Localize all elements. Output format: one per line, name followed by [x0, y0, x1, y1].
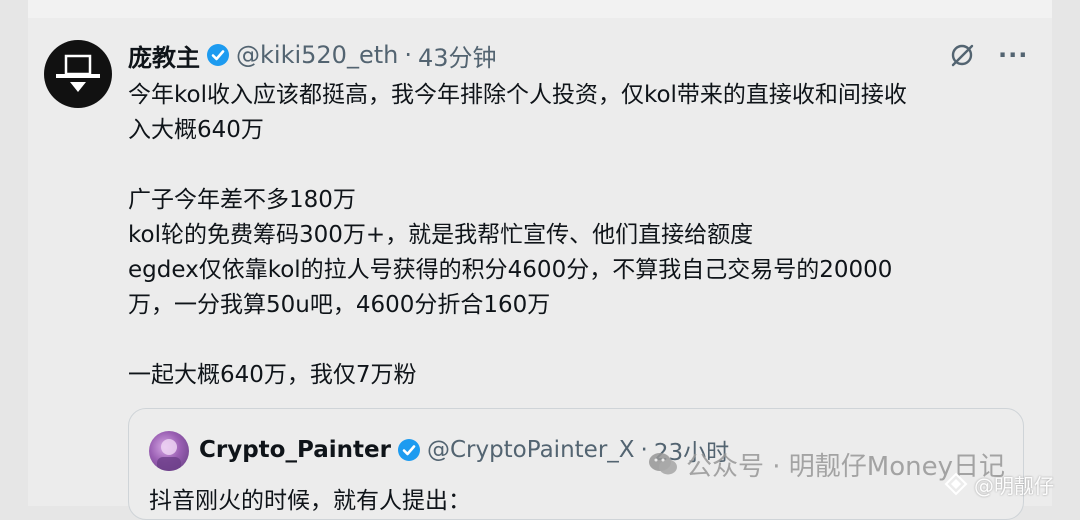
- more-icon[interactable]: ···: [998, 41, 1028, 69]
- tweet-text-line: [128, 323, 1028, 358]
- diamond-icon: [944, 472, 968, 496]
- tweet-text: 今年kol收入应该都挺高，我今年排除个人投资，仅kol带来的直接收和间接收 入大…: [128, 78, 1028, 393]
- avatar-hat-logo-icon: [56, 54, 100, 92]
- quoted-avatar[interactable]: [149, 431, 189, 471]
- previous-post-edge: [28, 0, 1052, 19]
- separator-dot: ·: [640, 437, 648, 463]
- verified-badge-icon: [207, 44, 229, 66]
- display-name[interactable]: 庞教主: [128, 38, 200, 73]
- avatar[interactable]: [44, 40, 112, 108]
- grok-icon[interactable]: [948, 41, 976, 69]
- tweet-text-line: kol轮的免费筹码300万+，就是我帮忙宣传、他们直接给额度: [128, 222, 754, 248]
- timestamp[interactable]: 43分钟: [418, 38, 497, 73]
- tweet-actions: ···: [948, 38, 1028, 72]
- quoted-display-name[interactable]: Crypto_Painter: [199, 437, 391, 463]
- quoted-handle[interactable]: @CryptoPainter_X: [427, 437, 635, 463]
- author-watermark-text: @明靓仔: [974, 473, 1054, 498]
- tweet-text-line: 广子今年差不多180万: [128, 187, 356, 213]
- tweet-text-line: 一起大概640万，我仅7万粉: [128, 362, 417, 388]
- quoted-text: 抖音刚火的时候，就有人提出：: [149, 488, 471, 514]
- author-watermark: @明靓仔: [944, 470, 1054, 498]
- tweet-header: 庞教主 @kiki520_eth · 43分钟: [128, 38, 497, 72]
- tweet-text-line: egdex仅依靠kol的拉人号获得的积分4600分，不算我自己交易号的20000: [128, 257, 893, 283]
- tweet-text-line: [128, 148, 1028, 183]
- tweet-text-line: 入大概640万: [128, 117, 264, 143]
- painter-avatar-icon: [157, 439, 181, 471]
- tweet-text-line: 万，一分我算50u吧，4600分折合160万: [128, 292, 551, 318]
- handle[interactable]: @kiki520_eth: [236, 41, 398, 69]
- tweet-text-line: 今年kol收入应该都挺高，我今年排除个人投资，仅kol带来的直接收和间接收: [128, 82, 907, 108]
- separator-dot: ·: [404, 41, 412, 69]
- wechat-icon: [649, 453, 677, 475]
- verified-badge-icon: [397, 439, 420, 461]
